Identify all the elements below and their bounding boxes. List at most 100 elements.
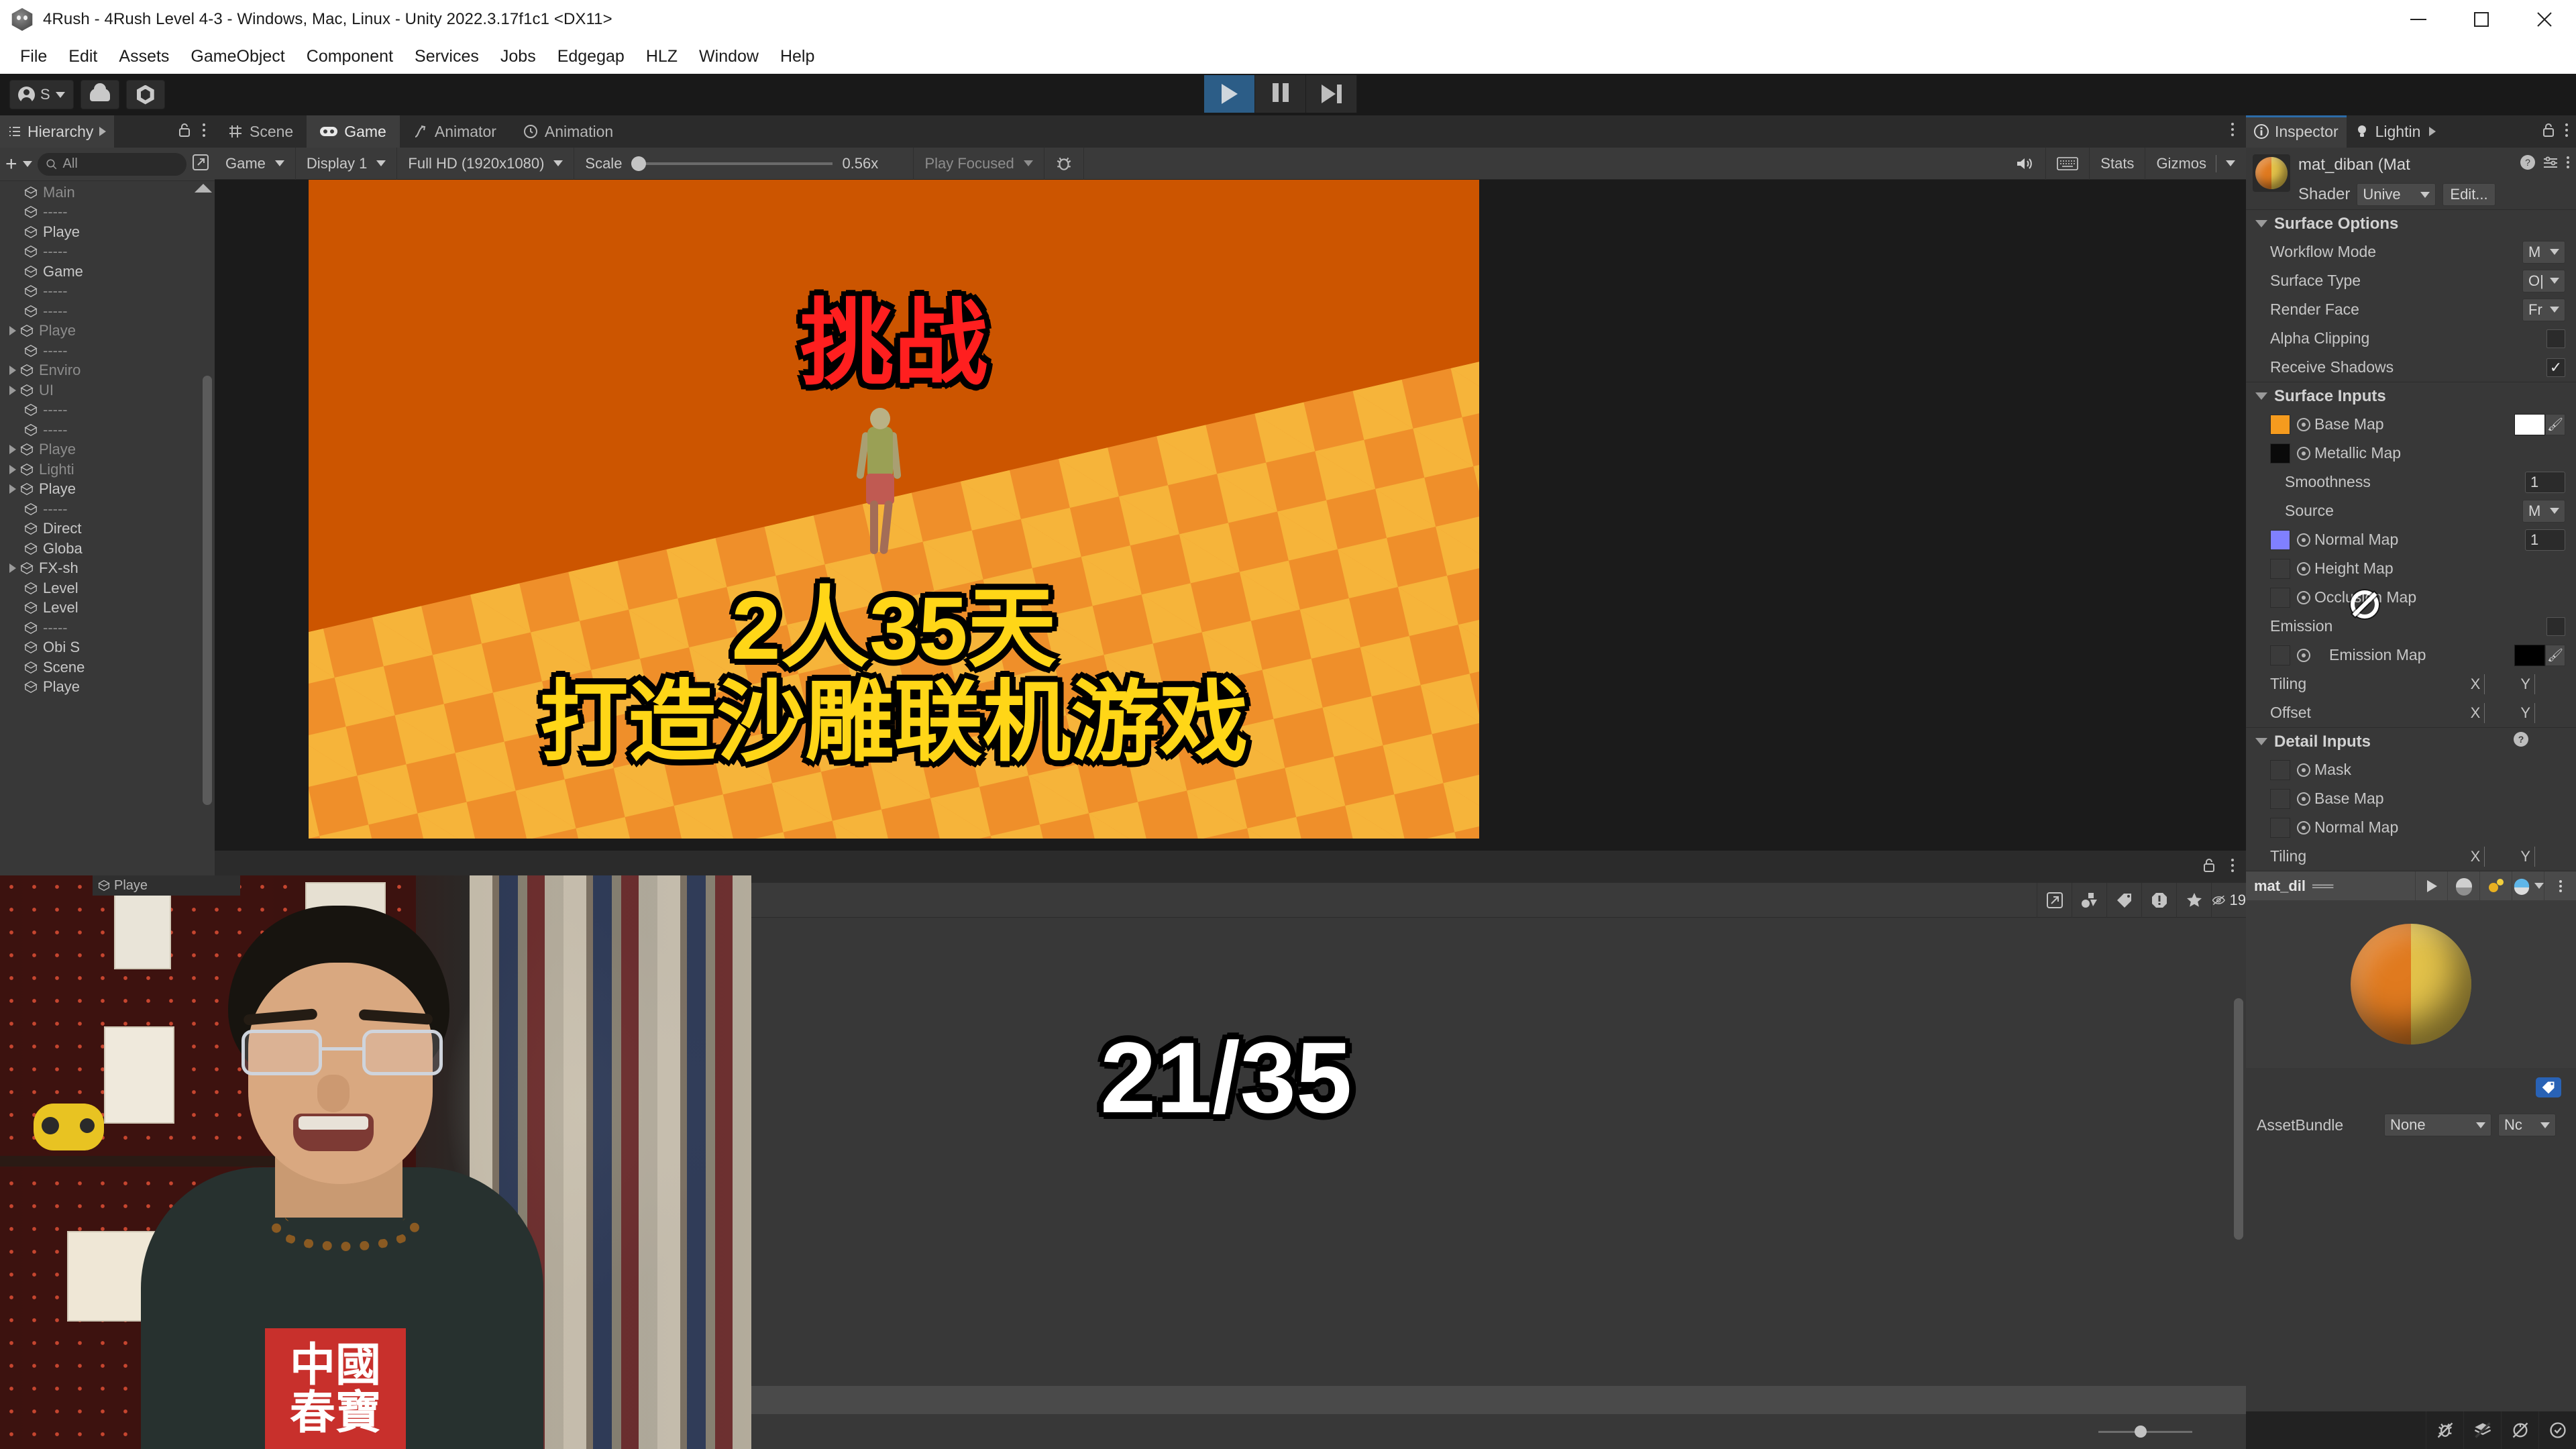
target-icon[interactable]	[2297, 561, 2310, 576]
target-icon[interactable]	[2297, 763, 2310, 777]
surface-input-row-1[interactable]: Metallic Map	[2246, 439, 2576, 468]
display-dropdown[interactable]: Display 1	[296, 147, 398, 180]
cloud-button[interactable]	[80, 80, 119, 109]
surface-input-color[interactable]	[2514, 413, 2545, 435]
refresh-off-icon[interactable]	[2501, 1411, 2538, 1449]
surface-input-number[interactable]: 1	[2525, 529, 2565, 551]
project-scrollbar[interactable]	[2234, 998, 2243, 1240]
menu-assets[interactable]: Assets	[108, 39, 180, 74]
surface-input-row-4[interactable]: Normal Map 1	[2246, 525, 2576, 554]
tab-hierarchy[interactable]: Hierarchy	[0, 115, 115, 148]
tab-animator[interactable]: Animator	[400, 115, 510, 148]
texture-slot[interactable]	[2270, 587, 2290, 608]
material-preview-area[interactable]	[2246, 900, 2576, 1068]
menu-gameobject[interactable]: GameObject	[180, 39, 295, 74]
hierarchy-item-18[interactable]: Globa	[0, 539, 215, 559]
surface-input-row-3[interactable]: Source M	[2246, 496, 2576, 525]
render-mode-icon[interactable]	[2512, 871, 2544, 901]
help-icon[interactable]: ?	[2513, 731, 2529, 752]
shader-edit-button[interactable]: Edit...	[2443, 183, 2496, 206]
kebab-menu-icon[interactable]	[201, 122, 207, 142]
maximize-button[interactable]	[2450, 0, 2513, 39]
surface-input-row-6[interactable]: Occlusion Map	[2246, 583, 2576, 612]
tab-scene[interactable]: Scene	[215, 115, 307, 148]
hierarchy-item-14[interactable]: Lighti	[0, 460, 215, 480]
hierarchy-item-17[interactable]: Direct	[0, 519, 215, 539]
kebab-menu-icon[interactable]	[2544, 871, 2576, 901]
tab-animation[interactable]: Animation	[510, 115, 627, 148]
resolution-dropdown[interactable]: Full HD (1920x1080)	[397, 147, 575, 180]
menu-jobs[interactable]: Jobs	[490, 39, 547, 74]
scale-slider[interactable]: Scale 0.56x	[574, 147, 914, 180]
tab-lighting[interactable]: Lightin	[2346, 115, 2445, 148]
menu-help[interactable]: Help	[769, 39, 825, 74]
menu-file[interactable]: File	[9, 39, 58, 74]
services-button[interactable]	[125, 80, 165, 109]
close-button[interactable]	[2513, 0, 2576, 39]
detail-input-row-0[interactable]: Mask	[2246, 755, 2576, 784]
surface-option-row-2[interactable]: Render Face Fr	[2246, 295, 2576, 324]
hierarchy-search-input[interactable]: All	[37, 152, 186, 176]
surface-option-row-0[interactable]: Workflow Mode M	[2246, 237, 2576, 266]
preview-play-icon[interactable]	[2415, 871, 2447, 901]
texture-slot[interactable]	[2270, 645, 2290, 665]
keyboard-shortcut-button[interactable]	[2046, 147, 2090, 180]
sphere-icon[interactable]	[2447, 871, 2479, 901]
target-icon[interactable]	[2297, 590, 2310, 604]
hierarchy-item-0[interactable]: Main	[0, 182, 215, 203]
expand-arrow-icon[interactable]	[9, 326, 16, 336]
scale-slider-knob[interactable]	[631, 156, 647, 171]
hierarchy-item-2[interactable]: Playe	[0, 222, 215, 242]
detail-input-row-2[interactable]: Normal Map	[2246, 813, 2576, 842]
surface-input-row-5[interactable]: Height Map	[2246, 554, 2576, 583]
surface-option-row-3[interactable]: Alpha Clipping	[2246, 324, 2576, 353]
target-icon[interactable]	[2297, 446, 2310, 460]
stats-button[interactable]: Stats	[2090, 147, 2146, 180]
surface-input-xy[interactable]: XY	[2471, 674, 2567, 694]
hierarchy-item-23[interactable]: Obi S	[0, 638, 215, 658]
hierarchy-item-7[interactable]: Playe	[0, 321, 215, 341]
lock-icon[interactable]	[177, 122, 192, 142]
surface-input-color[interactable]	[2514, 644, 2545, 666]
surface-input-xy[interactable]: XY	[2471, 702, 2567, 723]
eyedropper-icon[interactable]: 🖌	[2545, 413, 2565, 435]
texture-slot[interactable]	[2270, 443, 2290, 464]
texture-slot[interactable]	[2270, 788, 2290, 809]
lock-icon[interactable]	[2202, 857, 2216, 877]
menu-window[interactable]: Window	[688, 39, 769, 74]
hierarchy-item-8[interactable]: -----	[0, 341, 215, 361]
help-icon[interactable]: ?	[2520, 154, 2536, 175]
hierarchy-item-9[interactable]: Enviro	[0, 361, 215, 381]
surface-input-number[interactable]: 1	[2525, 471, 2565, 493]
hierarchy-item-25[interactable]: Playe	[0, 678, 215, 698]
project-zoom-slider[interactable]	[2098, 1419, 2192, 1444]
shader-dropdown[interactable]: Unive	[2357, 183, 2436, 206]
expand-arrow-icon[interactable]	[9, 385, 16, 395]
surface-input-row-8[interactable]: Emission Map 🖌	[2246, 641, 2576, 669]
hierarchy-item-1[interactable]: -----	[0, 203, 215, 223]
game-view-render[interactable]: 挑战 2人35天 打造沙雕联机游戏	[215, 180, 2246, 851]
hierarchy-item-6[interactable]: -----	[0, 301, 215, 321]
menu-edgegap[interactable]: Edgegap	[547, 39, 635, 74]
assetbundle-dropdown[interactable]: None	[2384, 1114, 2491, 1136]
hierarchy-item-19[interactable]: FX-sh	[0, 559, 215, 579]
hierarchy-item-16[interactable]: -----	[0, 499, 215, 519]
hierarchy-item-21[interactable]: Level	[0, 598, 215, 619]
hierarchy-item-5[interactable]: -----	[0, 282, 215, 302]
target-icon[interactable]	[2297, 648, 2310, 662]
kebab-menu-icon[interactable]	[2230, 857, 2235, 877]
tab-inspector[interactable]: Inspector	[2246, 115, 2347, 148]
hidden-eye-icon[interactable]: 19	[2211, 882, 2246, 918]
detail-input-xy[interactable]: XY	[2471, 846, 2567, 867]
tag-icon[interactable]	[2536, 1077, 2561, 1097]
surface-input-checkbox[interactable]	[2546, 616, 2565, 636]
surface-input-row-0[interactable]: Base Map 🖌	[2246, 410, 2576, 439]
detail-input-row-3[interactable]: Tiling X Y	[2246, 842, 2576, 871]
expand-arrow-icon[interactable]	[9, 445, 16, 455]
target-icon[interactable]	[2297, 417, 2310, 431]
surface-input-row-7[interactable]: Emission	[2246, 612, 2576, 641]
mute-audio-button[interactable]	[2005, 147, 2047, 180]
hierarchy-scrollbar[interactable]	[203, 376, 212, 805]
chevron-down-icon[interactable]	[2226, 160, 2235, 166]
surface-input-row-9[interactable]: Tiling X Y	[2246, 669, 2576, 698]
